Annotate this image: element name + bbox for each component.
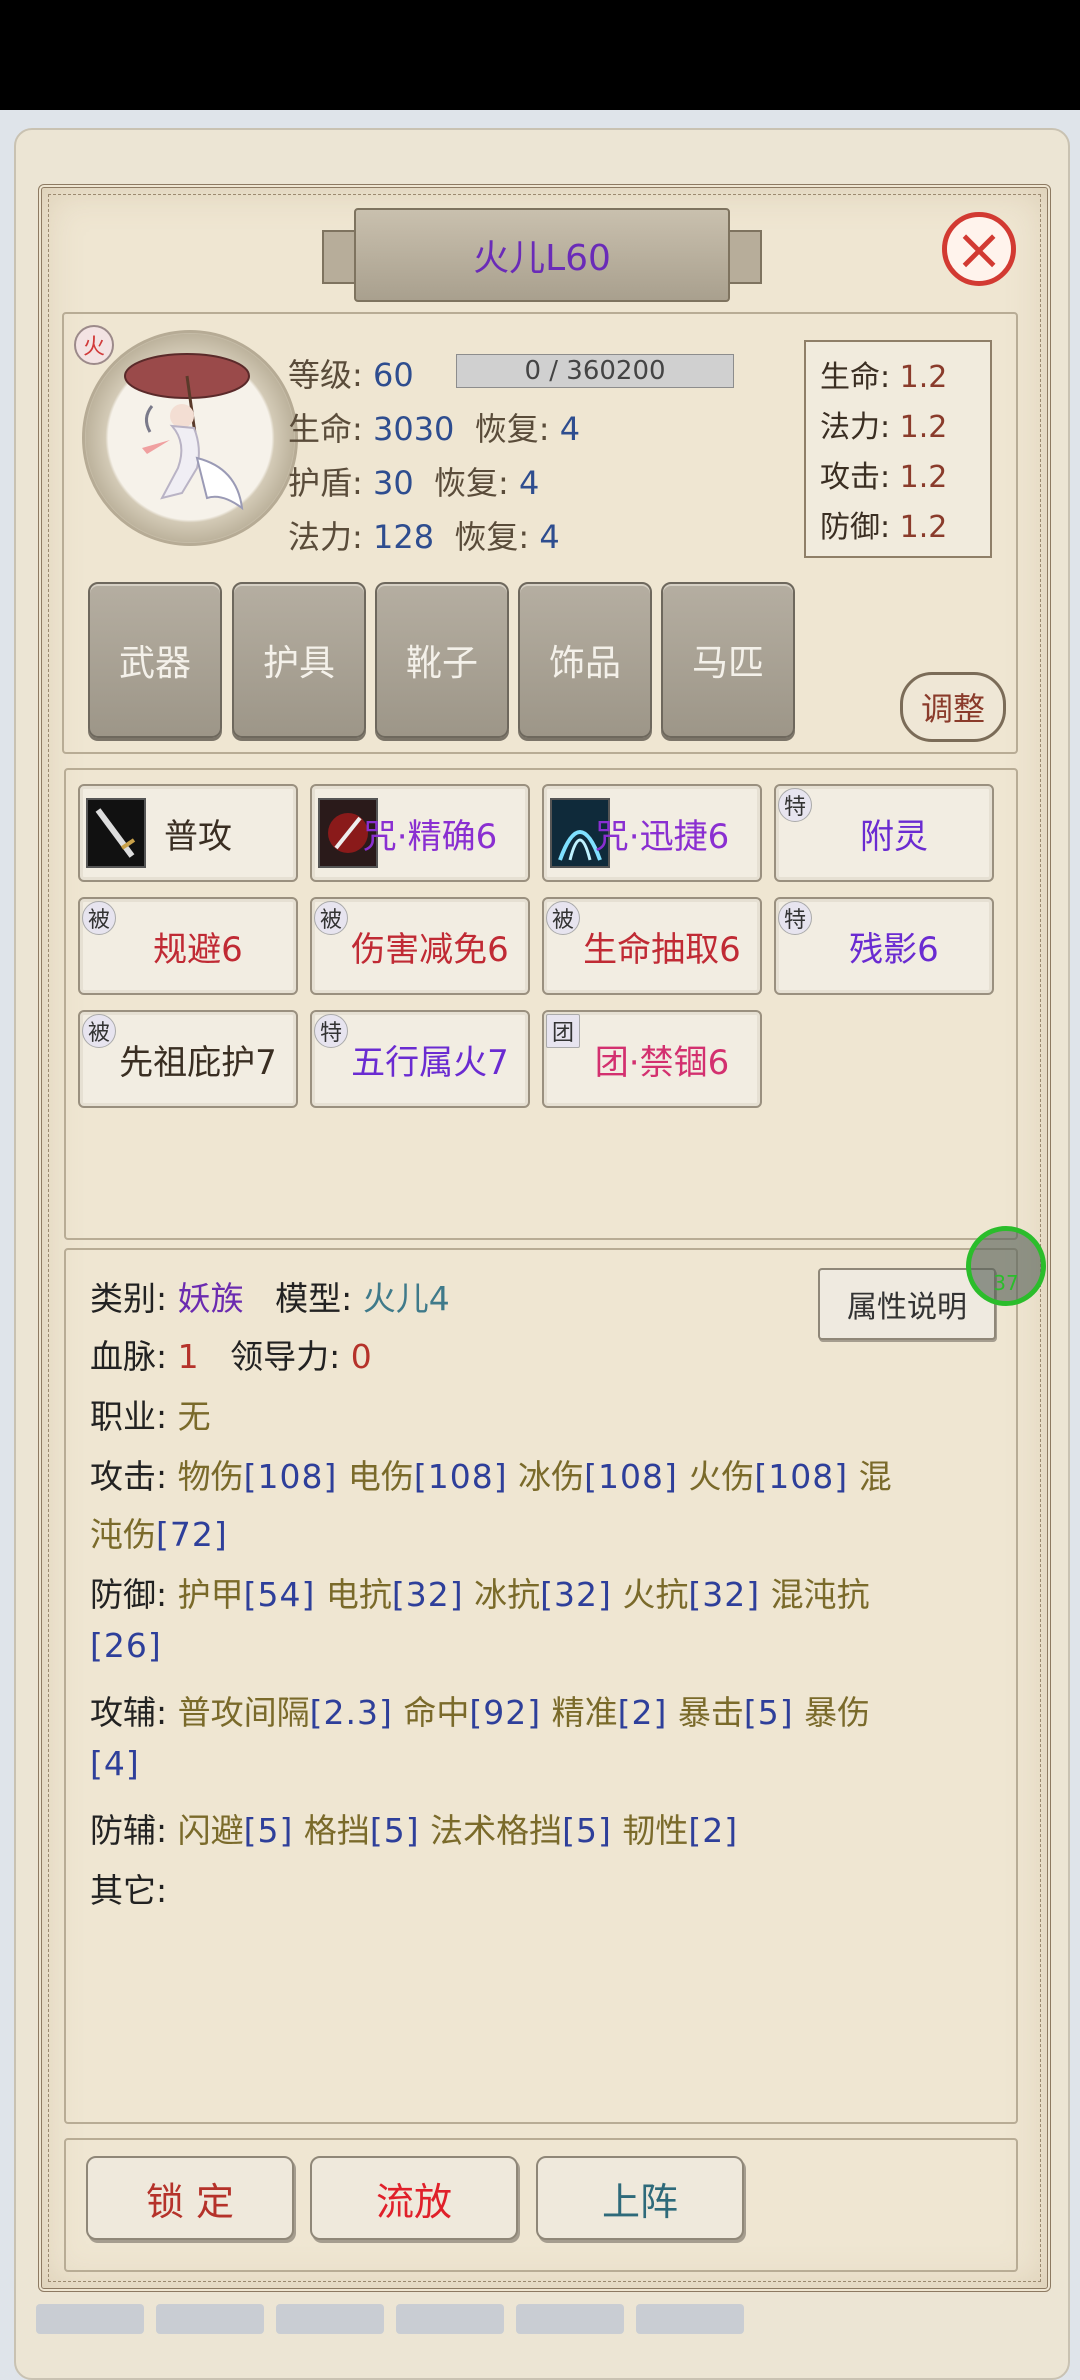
close-icon: × xyxy=(954,215,1004,283)
category-row: 类别: 妖族 模型: 火儿4 xyxy=(90,1279,450,1318)
mp-row: 法力: 128 恢复: 4 xyxy=(288,518,560,556)
deploy-button[interactable]: 上阵 xyxy=(536,2156,744,2240)
pet-avatar xyxy=(124,353,250,511)
equip-weapon-slot[interactable]: 武器 xyxy=(88,582,222,738)
bottom-tab[interactable] xyxy=(276,2304,384,2334)
growth-attack: 攻击: 1.2 xyxy=(820,460,948,495)
defense-aux-row: 防辅: 闪避[5] 格挡[5] 法术格挡[5] 韧性[2] xyxy=(90,1811,739,1850)
shield-row: 护盾: 30 恢复: 4 xyxy=(288,464,540,502)
exp-text: 0 / 360200 xyxy=(524,356,666,386)
passive-tag-icon: 被 xyxy=(546,901,580,935)
special-tag-icon: 特 xyxy=(778,901,812,935)
growth-hp: 生命: 1.2 xyxy=(820,360,948,395)
status-bar xyxy=(0,0,1080,110)
bottom-tab[interactable] xyxy=(36,2304,144,2334)
floating-assist-button[interactable]: 37 xyxy=(966,1226,1046,1306)
sword-icon xyxy=(86,798,146,868)
special-tag-icon: 特 xyxy=(778,788,812,822)
attack-row: 攻击: 物伤[108] 电伤[108] 冰伤[108] 火伤[108] 混 xyxy=(90,1457,892,1496)
skill-curse-swift[interactable]: 咒·迅捷6 xyxy=(542,784,762,882)
growth-defense: 防御: 1.2 xyxy=(820,510,948,545)
bloodline-row: 血脉: 1 领导力: 0 xyxy=(90,1337,372,1376)
pet-title: 火儿L60 xyxy=(322,208,762,302)
defense-row-cont: [26] xyxy=(90,1626,162,1665)
equip-horse-slot[interactable]: 马匹 xyxy=(661,582,795,738)
attack-row-cont: 沌伤[72] xyxy=(90,1515,228,1554)
team-tag-icon: 团 xyxy=(546,1014,580,1048)
release-button[interactable]: 流放 xyxy=(310,2156,518,2240)
job-row: 职业: 无 xyxy=(90,1397,211,1436)
close-button[interactable]: × xyxy=(942,212,1016,286)
bottom-tab[interactable] xyxy=(636,2304,744,2334)
exp-bar: 0 / 360200 xyxy=(456,354,734,388)
skill-ancestor-protection[interactable]: 被 先祖庇护7 xyxy=(78,1010,298,1108)
skill-attach-spirit[interactable]: 特 附灵 xyxy=(774,784,994,882)
equip-armor-slot[interactable]: 护具 xyxy=(232,582,366,738)
passive-tag-icon: 被 xyxy=(314,901,348,935)
attack-aux-row: 攻辅: 普攻间隔[2.3] 命中[92] 精准[2] 暴击[5] 暴伤 xyxy=(90,1693,871,1732)
other-row: 其它: xyxy=(90,1871,168,1910)
bottom-tab[interactable] xyxy=(516,2304,624,2334)
equip-accessory-slot[interactable]: 饰品 xyxy=(518,582,652,738)
bottom-tab[interactable] xyxy=(396,2304,504,2334)
skill-damage-reduction[interactable]: 被 伤害减免6 xyxy=(310,897,530,995)
lock-button[interactable]: 锁 定 xyxy=(86,2156,294,2240)
skill-curse-precision[interactable]: 咒·精确6 xyxy=(310,784,530,882)
skill-normal-attack[interactable]: 普攻 xyxy=(78,784,298,882)
skill-life-drain[interactable]: 被 生命抽取6 xyxy=(542,897,762,995)
element-fire-badge: 火 xyxy=(74,325,114,365)
adjust-button[interactable]: 调整 xyxy=(900,672,1006,742)
special-tag-icon: 特 xyxy=(314,1014,348,1048)
equip-boots-slot[interactable]: 靴子 xyxy=(375,582,509,738)
skill-evasion[interactable]: 被 规避6 xyxy=(78,897,298,995)
skill-team-imprison[interactable]: 团 团·禁锢6 xyxy=(542,1010,762,1108)
floating-badge: 37 xyxy=(993,1271,1019,1295)
defense-row: 防御: 护甲[54] 电抗[32] 冰抗[32] 火抗[32] 混沌抗 xyxy=(90,1575,870,1614)
bottom-tab[interactable] xyxy=(156,2304,264,2334)
attack-aux-row-cont: [4] xyxy=(90,1744,140,1783)
skill-afterimage[interactable]: 特 残影6 xyxy=(774,897,994,995)
pet-title-text: 火儿L60 xyxy=(473,238,611,279)
level-row: 等级: 60 xyxy=(288,356,414,394)
growth-mp: 法力: 1.2 xyxy=(820,410,948,445)
hp-row: 生命: 3030 恢复: 4 xyxy=(288,410,581,448)
passive-tag-icon: 被 xyxy=(82,1014,116,1048)
skill-five-elements-fire[interactable]: 特 五行属火7 xyxy=(310,1010,530,1108)
passive-tag-icon: 被 xyxy=(82,901,116,935)
